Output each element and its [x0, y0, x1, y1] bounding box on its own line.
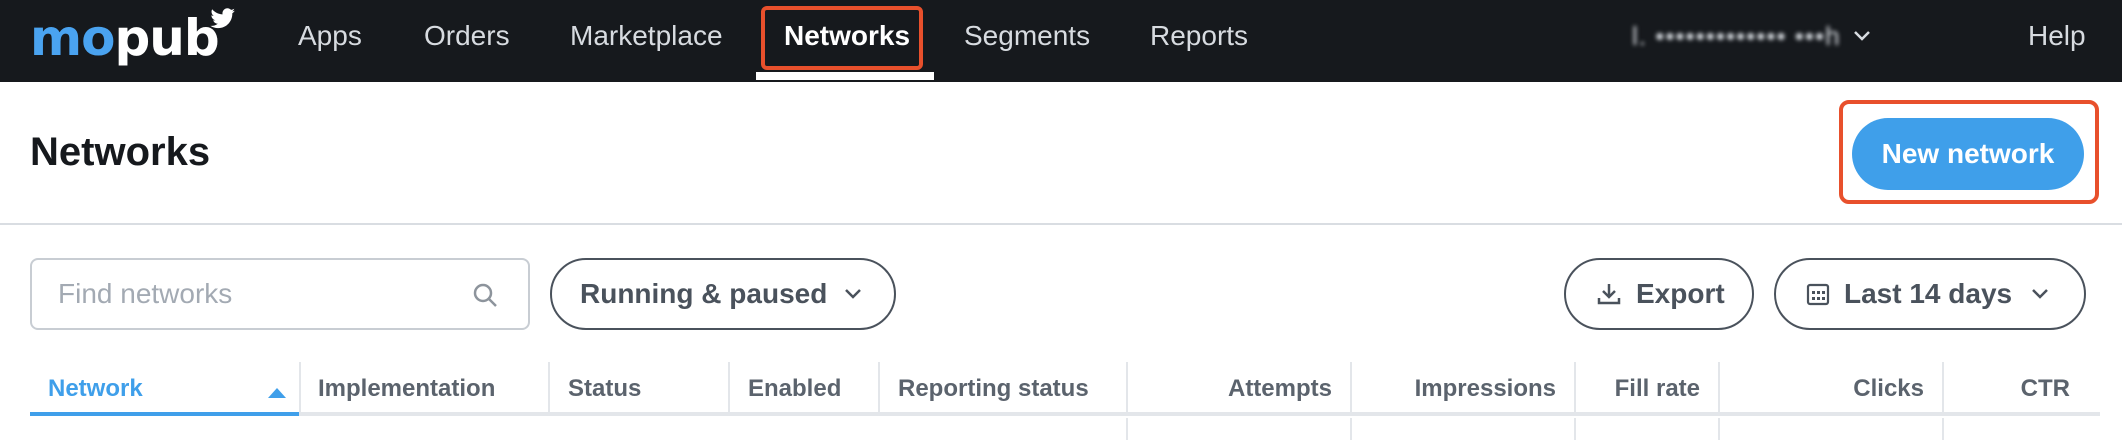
- nav-item-marketplace[interactable]: Marketplace: [570, 0, 723, 72]
- mopub-logo[interactable]: mopub: [30, 8, 235, 68]
- search-input[interactable]: [58, 260, 458, 328]
- column-header-attempts[interactable]: Attempts: [1128, 374, 1350, 414]
- new-network-highlight: [1839, 100, 2099, 204]
- column-header-fill-rate[interactable]: Fill rate: [1576, 374, 1718, 414]
- nav-item-apps[interactable]: Apps: [298, 0, 362, 72]
- status-filter-label: Running & paused: [580, 278, 828, 309]
- column-header-network[interactable]: Network: [30, 374, 161, 414]
- active-tab-indicator: [756, 72, 934, 80]
- column-header-impressions[interactable]: Impressions: [1352, 374, 1574, 414]
- search-box: [30, 258, 530, 330]
- user-email: l. ••••••••••••• •••h: [1632, 20, 1841, 51]
- column-header-implementation[interactable]: Implementation: [300, 374, 513, 414]
- top-nav-bar: mopub Apps Orders Marketplace Networks S…: [0, 0, 2122, 82]
- date-range-dropdown[interactable]: Last 14 days: [1774, 258, 2086, 330]
- sort-ascending-icon[interactable]: [266, 385, 288, 399]
- nav-item-reports[interactable]: Reports: [1150, 0, 1248, 72]
- user-menu[interactable]: l. ••••••••••••• •••h: [1632, 0, 1871, 72]
- page-title: Networks: [30, 130, 211, 174]
- status-filter-dropdown[interactable]: Running & paused: [550, 258, 896, 330]
- networks-tab-highlight: [761, 6, 923, 70]
- export-label: Export: [1636, 278, 1725, 309]
- column-header-clicks[interactable]: Clicks: [1720, 374, 1942, 414]
- chevron-down-icon: [843, 287, 863, 301]
- calendar-icon: [1806, 282, 1830, 306]
- download-icon: [1596, 281, 1622, 307]
- column-header-enabled[interactable]: Enabled: [730, 374, 859, 414]
- sorted-column-indicator: [30, 412, 299, 416]
- nav-item-segments[interactable]: Segments: [964, 0, 1090, 72]
- chevron-down-icon: [1853, 31, 1870, 41]
- twitter-bird-icon: [210, 8, 235, 29]
- date-range-label: Last 14 days: [1844, 278, 2013, 309]
- column-header-status[interactable]: Status: [550, 374, 659, 414]
- column-header-ctr[interactable]: CTR: [1944, 374, 2088, 414]
- search-icon[interactable]: [472, 282, 500, 310]
- help-link[interactable]: Help: [2028, 0, 2086, 72]
- export-button[interactable]: Export: [1564, 258, 1754, 330]
- column-header-reporting-status[interactable]: Reporting status: [880, 374, 1107, 414]
- header-divider: [0, 223, 2122, 225]
- chevron-down-icon: [2030, 287, 2050, 301]
- nav-item-orders[interactable]: Orders: [424, 0, 510, 72]
- table-header-rule: [30, 412, 2100, 416]
